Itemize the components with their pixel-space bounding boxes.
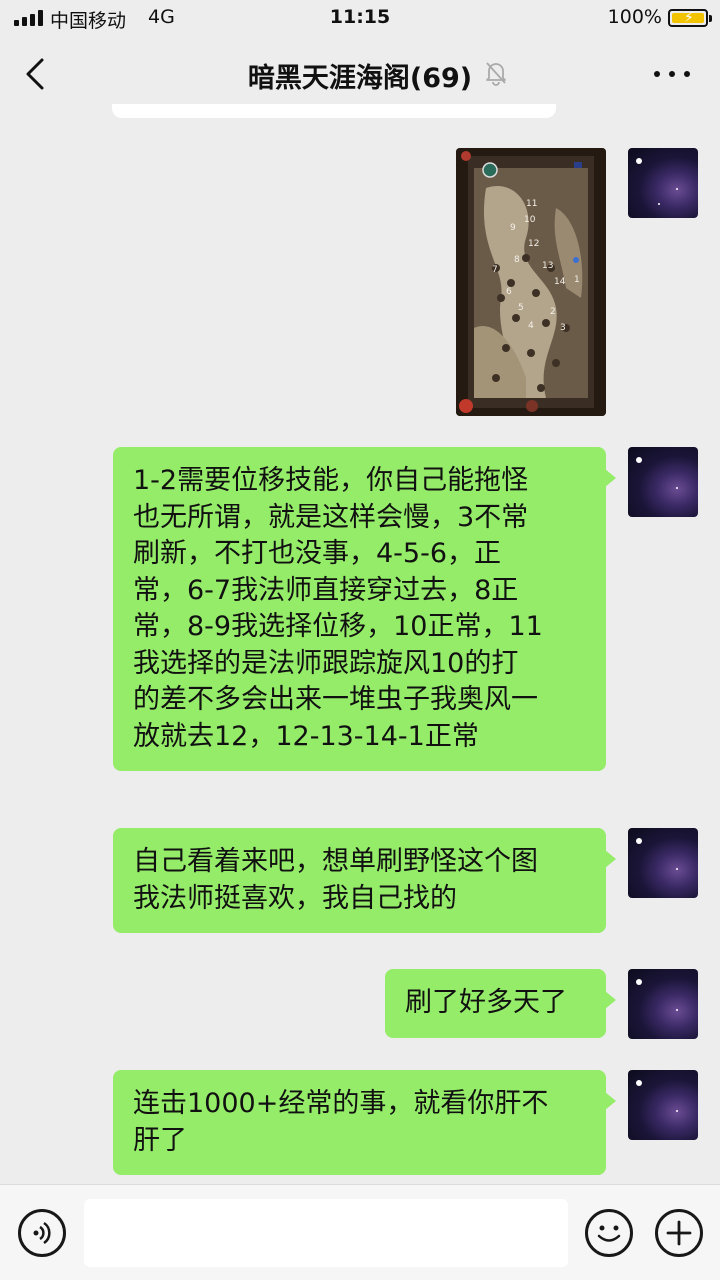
map-number-label: 1 — [574, 275, 580, 285]
map-number-label: 5 — [518, 303, 524, 313]
map-number-label: 2 — [550, 307, 556, 317]
message-line: 常，8-9我选择位移，10正常，11 — [133, 611, 543, 642]
message-line: 刷了好多天了 — [405, 987, 567, 1018]
chat-title: 暗黑天涯海阁(69) — [247, 63, 473, 94]
map-number-label: 6 — [506, 287, 512, 297]
emoji-icon — [597, 1225, 621, 1242]
avatar[interactable] — [628, 969, 698, 1039]
message-line: 我法师挺喜欢，我自己找的 — [133, 882, 457, 914]
avatar[interactable] — [628, 1070, 698, 1140]
voice-button[interactable] — [18, 1209, 66, 1257]
message-line: 1-2需要位移技能，你自己能拖怪 — [133, 465, 529, 496]
map-number-label: 9 — [510, 223, 516, 233]
plus-icon — [666, 1220, 692, 1246]
message-bubble[interactable]: 1-2需要位移技能，你自己能拖怪 也无所谓，就是这样会慢，3不常 刷新，不打也没… — [113, 447, 616, 771]
message-bubble[interactable]: 自己看着来吧，想单刷野怪这个图 我法师挺喜欢，我自己找的 — [113, 828, 616, 933]
message-line: 刷新，不打也没事，4-5-6，正 — [133, 538, 502, 569]
map-number-label: 12 — [528, 239, 539, 249]
chat-header: 暗黑天涯海阁(69) — [0, 36, 720, 112]
message-line: 也无所谓，就是这样会慢，3不常 — [133, 501, 529, 533]
message-line: 我选择的是法师跟踪旋风10的打 — [133, 647, 519, 679]
message-line: 连击1000+经常的事，就看你肝不 — [133, 1088, 549, 1119]
map-number-label: 4 — [528, 321, 534, 331]
message-line: 肝了 — [133, 1124, 187, 1156]
emoji-button[interactable] — [585, 1209, 633, 1257]
avatar[interactable] — [628, 447, 698, 517]
status-bar: 中国移动 4G 11:15 100% ⚡ — [0, 0, 720, 36]
message-line: 常，6-7我法师直接穿过去，8正 — [133, 574, 519, 606]
map-image-message[interactable]: 11 10 9 12 8 13 7 14 1 6 5 2 4 3 — [456, 148, 606, 416]
message-line: 的差不多会出来一堆虫子我奥风一 — [133, 684, 538, 715]
map-number-label: 11 — [526, 199, 537, 209]
map-number-label: 10 — [524, 215, 536, 225]
map-number-label: 8 — [514, 255, 520, 265]
map-number-label: 3 — [560, 323, 566, 333]
message-bubble[interactable]: 刷了好多天了 — [385, 969, 616, 1038]
more-options-button[interactable] — [654, 64, 690, 84]
previous-message-bubble — [112, 104, 556, 118]
message-bubble[interactable]: 连击1000+经常的事，就看你肝不 肝了 — [113, 1070, 616, 1175]
avatar[interactable] — [628, 828, 698, 898]
map-number-label: 14 — [554, 277, 566, 287]
message-line: 自己看着来吧，想单刷野怪这个图 — [133, 846, 538, 877]
voice-icon — [33, 1221, 51, 1245]
map-number-label: 13 — [542, 261, 553, 271]
plus-button[interactable] — [655, 1209, 703, 1257]
input-bar — [0, 1184, 720, 1280]
map-number-label: 7 — [492, 265, 498, 275]
battery-percent: 100% — [607, 6, 662, 28]
battery-icon: ⚡ — [668, 9, 712, 27]
message-input[interactable] — [84, 1199, 568, 1267]
message-line: 放就去12，12-13-14-1正常 — [133, 720, 479, 752]
avatar[interactable] — [628, 148, 698, 218]
bell-off-icon — [484, 60, 508, 86]
more-dots-icon — [654, 71, 660, 77]
